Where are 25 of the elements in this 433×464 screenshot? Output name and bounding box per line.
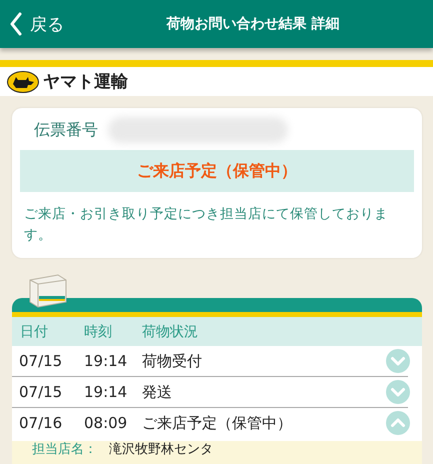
status-text: ご来店予定（保管中） (137, 160, 297, 182)
column-header: 荷物状況 (142, 322, 199, 340)
time-cell-text: 19:14 (84, 383, 128, 401)
column-header: 時刻 (84, 322, 113, 340)
store-name: 滝沢牧野林センタ (109, 442, 213, 457)
status-cell-text: 荷物受付 (142, 352, 203, 370)
date-cell-text: 07/15 (18, 352, 64, 370)
cat-logo-icon (7, 70, 39, 92)
time-cell-text: 19:14 (84, 352, 128, 370)
store-label: 担当店名： (32, 442, 97, 457)
status-cell-text: ご来店予定（保管中） (142, 414, 293, 432)
collapse-icon[interactable] (386, 411, 410, 435)
status-cell-text: 発送 (142, 382, 173, 402)
time-cell-text: 08:09 (84, 414, 128, 432)
tracking-label: 伝票番号 (34, 120, 98, 140)
back-chevron-icon (10, 12, 22, 36)
expand-icon[interactable] (386, 349, 410, 373)
date-cell-text: 07/15 (18, 383, 64, 401)
expand-icon[interactable] (386, 380, 410, 404)
brand-name: ヤマト運輸 (43, 71, 128, 93)
column-header: 日付 (19, 322, 49, 340)
date-cell-text: 07/16 (18, 414, 64, 432)
back-button[interactable]: 戻る (0, 12, 64, 36)
status-message: ご来店・お引き取り予定につき担当店にて保管しております。 (24, 205, 389, 245)
screen-title: 荷物お問い合わせ結果 詳細 (166, 15, 340, 33)
